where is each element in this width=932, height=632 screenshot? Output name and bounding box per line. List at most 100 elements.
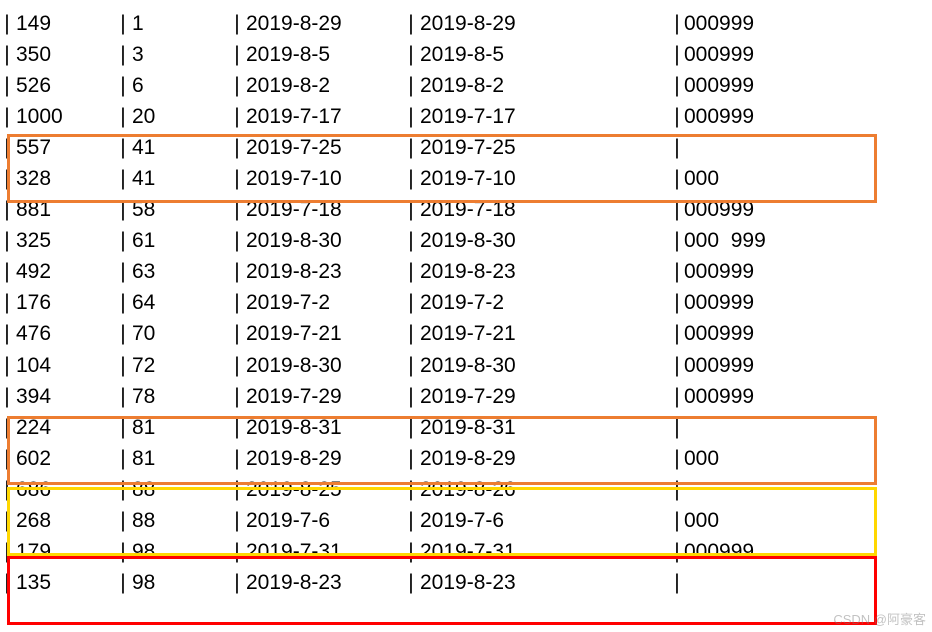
column-separator: |: [670, 322, 684, 346]
cell-c1: 149: [14, 12, 116, 36]
column-separator: |: [404, 260, 418, 284]
table-row: |394|78|2019-7-29|2019-7-29|000999: [0, 381, 932, 412]
cell-c2: 1: [130, 12, 230, 36]
column-separator: |: [116, 540, 130, 564]
column-separator: |: [116, 74, 130, 98]
cell-c3: 2019-8-29: [244, 12, 404, 36]
table-row: |350|3|2019-8-5|2019-8-5|000999: [0, 39, 932, 70]
table-row: |104|72|2019-8-30|2019-8-30|000999: [0, 350, 932, 381]
column-separator: |: [0, 447, 14, 471]
column-separator: |: [670, 385, 684, 409]
column-separator: |: [230, 260, 244, 284]
column-separator: |: [0, 12, 14, 36]
cell-c1: 179: [14, 540, 116, 564]
column-separator: |: [116, 260, 130, 284]
column-separator: |: [670, 167, 684, 191]
column-separator: |: [116, 43, 130, 67]
column-separator: |: [0, 43, 14, 67]
column-separator: |: [116, 167, 130, 191]
cell-c2: 63: [130, 260, 230, 284]
column-separator: |: [116, 229, 130, 253]
cell-c3: 2019-8-30: [244, 354, 404, 378]
cell-c4: 2019-8-5: [418, 43, 670, 67]
column-separator: |: [0, 571, 14, 595]
column-separator: |: [0, 540, 14, 564]
column-separator: |: [230, 322, 244, 346]
cell-c3: 2019-7-10: [244, 167, 404, 191]
cell-c5: 000999: [684, 540, 924, 564]
column-separator: |: [670, 43, 684, 67]
column-separator: |: [404, 136, 418, 160]
column-separator: |: [0, 322, 14, 346]
cell-c4: 2019-7-31: [418, 540, 670, 564]
column-separator: |: [230, 354, 244, 378]
column-separator: |: [404, 540, 418, 564]
column-separator: |: [670, 136, 684, 160]
cell-c5: 000: [684, 447, 924, 471]
cell-c1: 557: [14, 136, 116, 160]
table-row: |526|6|2019-8-2|2019-8-2|000999: [0, 70, 932, 101]
table-row: |176|64|2019-7-2|2019-7-2|000999: [0, 288, 932, 319]
table-row: |325|61|2019-8-30|2019-8-30|000 999: [0, 226, 932, 257]
cell-c3: 2019-7-29: [244, 385, 404, 409]
table-row: |602|81|2019-8-29|2019-8-29|000: [0, 443, 932, 474]
column-separator: |: [404, 229, 418, 253]
column-separator: |: [230, 136, 244, 160]
column-separator: |: [116, 509, 130, 533]
cell-c3: 2019-7-6: [244, 509, 404, 533]
cell-c2: 70: [130, 322, 230, 346]
column-separator: |: [116, 478, 130, 502]
cell-c2: 64: [130, 291, 230, 315]
table-row: |149|1|2019-8-29|2019-8-29|000999: [0, 8, 932, 39]
cell-c2: 61: [130, 229, 230, 253]
column-separator: |: [230, 43, 244, 67]
column-separator: |: [670, 416, 684, 440]
column-separator: |: [116, 198, 130, 222]
column-separator: |: [230, 105, 244, 129]
column-separator: |: [670, 105, 684, 129]
column-separator: |: [404, 447, 418, 471]
cell-c3: 2019-7-18: [244, 198, 404, 222]
column-separator: |: [230, 12, 244, 36]
column-separator: |: [116, 291, 130, 315]
cell-c4: 2019-7-6: [418, 509, 670, 533]
column-separator: |: [116, 385, 130, 409]
cell-c5: 000: [684, 167, 924, 191]
cell-c5: 000999: [684, 105, 924, 129]
cell-c4: 2019-7-29: [418, 385, 670, 409]
column-separator: |: [670, 291, 684, 315]
cell-c2: 81: [130, 447, 230, 471]
column-separator: |: [404, 478, 418, 502]
cell-c4: 2019-7-21: [418, 322, 670, 346]
cell-c4: 2019-8-23: [418, 260, 670, 284]
column-separator: |: [404, 385, 418, 409]
column-separator: |: [0, 291, 14, 315]
cell-c1: 394: [14, 385, 116, 409]
cell-c3: 2019-8-29: [244, 447, 404, 471]
column-separator: |: [0, 105, 14, 129]
column-separator: |: [404, 43, 418, 67]
table-row: |328|41|2019-7-10|2019-7-10|000: [0, 163, 932, 194]
column-separator: |: [404, 571, 418, 595]
cell-c1: 328: [14, 167, 116, 191]
cell-c4: 2019-8-2: [418, 74, 670, 98]
column-separator: |: [116, 571, 130, 595]
cell-c2: 3: [130, 43, 230, 67]
column-separator: |: [230, 478, 244, 502]
cell-c4: 2019-8-29: [418, 447, 670, 471]
column-separator: |: [230, 385, 244, 409]
column-separator: |: [404, 354, 418, 378]
cell-c4: 2019-8-23: [418, 571, 670, 595]
cell-c5: 000999: [684, 385, 924, 409]
column-separator: |: [0, 385, 14, 409]
column-separator: |: [0, 229, 14, 253]
column-separator: |: [670, 229, 684, 253]
column-separator: |: [404, 322, 418, 346]
cell-c2: 88: [130, 478, 230, 502]
watermark-text: CSDN @阿豪客: [833, 609, 926, 628]
cell-c5: 000999: [684, 322, 924, 346]
column-separator: |: [670, 12, 684, 36]
cell-c3: 2019-8-30: [244, 229, 404, 253]
cell-c1: 135: [14, 571, 116, 595]
cell-c2: 78: [130, 385, 230, 409]
